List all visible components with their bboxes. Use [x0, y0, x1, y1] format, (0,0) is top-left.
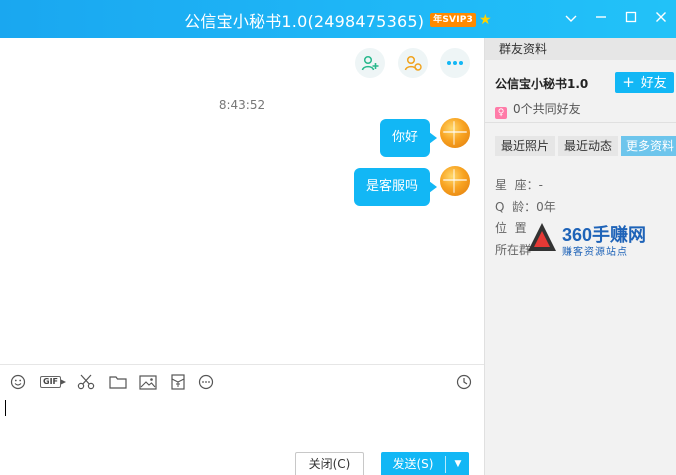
svip-badge[interactable]: 年SVIP3	[430, 13, 477, 27]
minimize-icon[interactable]	[590, 8, 612, 30]
input-toolbar: GIF	[0, 364, 484, 398]
tab-recent-activity[interactable]: 最近动态	[558, 136, 618, 156]
folder-icon[interactable]	[108, 373, 128, 391]
chevron-down-icon[interactable]: ▼	[447, 452, 469, 475]
maximize-icon[interactable]	[620, 8, 642, 30]
chat-area[interactable]: 8:43:52 你好 是客服吗	[0, 38, 484, 364]
divider	[485, 122, 676, 123]
info-value: 0年	[536, 200, 556, 214]
tab-recent-photos[interactable]: 最近照片	[495, 136, 555, 156]
female-icon: ♀	[495, 107, 507, 119]
add-friend-label: 好友	[640, 76, 667, 91]
image-icon[interactable]	[138, 373, 158, 391]
self-avatar[interactable]	[440, 118, 470, 148]
close-button[interactable]: 关闭(C)	[295, 452, 364, 475]
tab-more-info[interactable]: 更多资料	[621, 136, 676, 156]
watermark-subtitle: 赚客资源站点	[562, 247, 628, 258]
emoji-icon[interactable]	[8, 373, 28, 391]
window-title-text: 公信宝小秘书1.0(2498475365)	[184, 12, 425, 31]
chevron-down-icon[interactable]	[560, 8, 582, 30]
more-icon[interactable]	[196, 373, 216, 391]
text-caret	[5, 400, 6, 416]
self-avatar[interactable]	[440, 166, 470, 196]
message-bubble[interactable]: 是客服吗	[354, 168, 438, 206]
more-options-icon[interactable]	[440, 48, 470, 78]
info-value: -	[538, 178, 543, 192]
send-button[interactable]: 发送(S) ▼	[381, 452, 469, 475]
profile-name: 公信宝小秘书1.0	[495, 77, 589, 91]
info-row: 位 置	[495, 219, 527, 236]
panel-header: 群友资料	[485, 38, 676, 60]
message-input[interactable]	[0, 398, 484, 448]
history-clock-icon[interactable]	[454, 373, 474, 391]
watermark-triangle-inner	[534, 231, 550, 247]
add-friend-icon[interactable]	[355, 48, 385, 78]
info-row: 所在群	[495, 241, 531, 258]
gif-icon[interactable]: GIF	[40, 373, 66, 391]
info-row: Q 龄：0年	[495, 198, 556, 215]
common-friends: ♀ 0个共同好友	[495, 100, 581, 119]
info-label: 位 置	[495, 221, 527, 235]
scissors-icon[interactable]	[76, 373, 96, 391]
info-label: 星 座：	[495, 178, 539, 192]
add-group-icon[interactable]	[398, 48, 428, 78]
message-bubble[interactable]: 你好	[380, 119, 438, 157]
plus-icon: +	[622, 73, 635, 91]
info-label: Q 龄：	[495, 200, 537, 214]
message-timestamp: 8:43:52	[218, 98, 266, 112]
gif-label: GIF	[40, 376, 62, 388]
send-button-divider	[445, 456, 446, 473]
close-icon[interactable]	[650, 8, 672, 30]
watermark-logo: 360手赚网 赚客资源站点	[528, 221, 676, 258]
info-row: 星 座：-	[495, 176, 543, 193]
red-packet-icon[interactable]	[168, 373, 188, 391]
send-button-label: 发送(S)	[392, 457, 434, 471]
add-friend-button[interactable]: + 好友	[615, 72, 674, 93]
title-bar: 公信宝小秘书1.0(2498475365) 年SVIP3 ★	[0, 0, 676, 38]
info-label: 所在群	[495, 243, 532, 257]
common-friends-text: 0个共同好友	[513, 102, 581, 116]
crown-icon[interactable]: ★	[479, 12, 492, 28]
